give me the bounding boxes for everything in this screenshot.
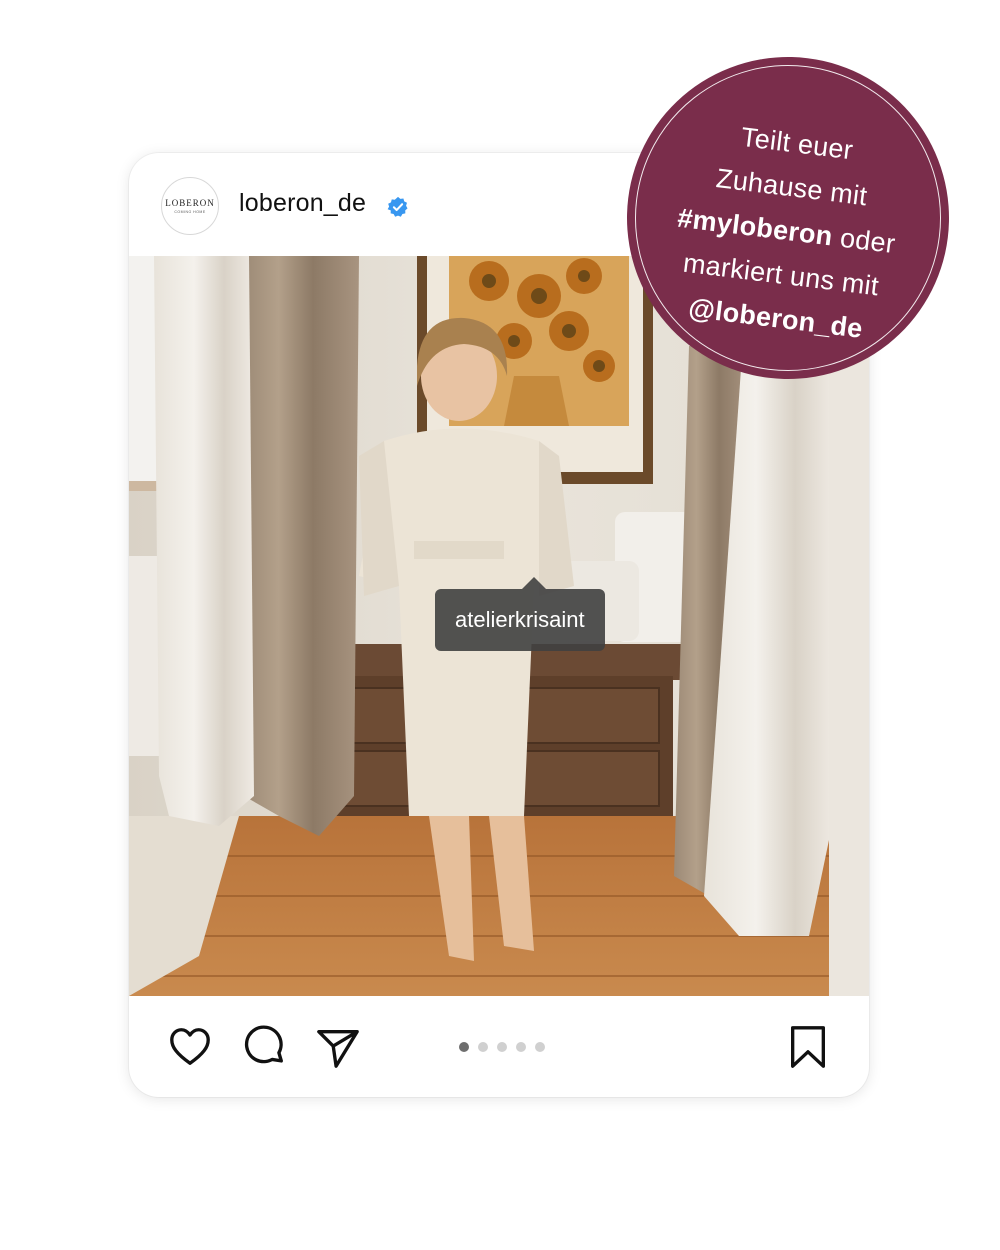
carousel-dot: [497, 1042, 507, 1052]
carousel-dot: [535, 1042, 545, 1052]
heart-icon[interactable]: [167, 1024, 213, 1070]
comment-icon[interactable]: [242, 1024, 288, 1070]
verified-badge-icon: [387, 196, 408, 217]
photo-user-tag[interactable]: atelierkrisaint: [435, 577, 605, 651]
carousel-dot: [478, 1042, 488, 1052]
avatar[interactable]: LOBERON COMING HOME: [161, 177, 219, 235]
username[interactable]: loberon_de: [239, 189, 366, 218]
carousel-dot: [516, 1042, 526, 1052]
avatar-tagline: COMING HOME: [174, 210, 206, 214]
avatar-brand: LOBERON: [165, 198, 215, 208]
carousel-indicator: [459, 1042, 545, 1052]
promo-line-3-rest: oder: [830, 221, 897, 260]
bookmark-icon[interactable]: [785, 1024, 831, 1070]
promo-text: Teilt euer Zuhause mit #myloberon oder m…: [613, 102, 959, 360]
carousel-dot: [459, 1042, 469, 1052]
send-icon[interactable]: [315, 1024, 361, 1070]
action-bar: [129, 996, 869, 1097]
